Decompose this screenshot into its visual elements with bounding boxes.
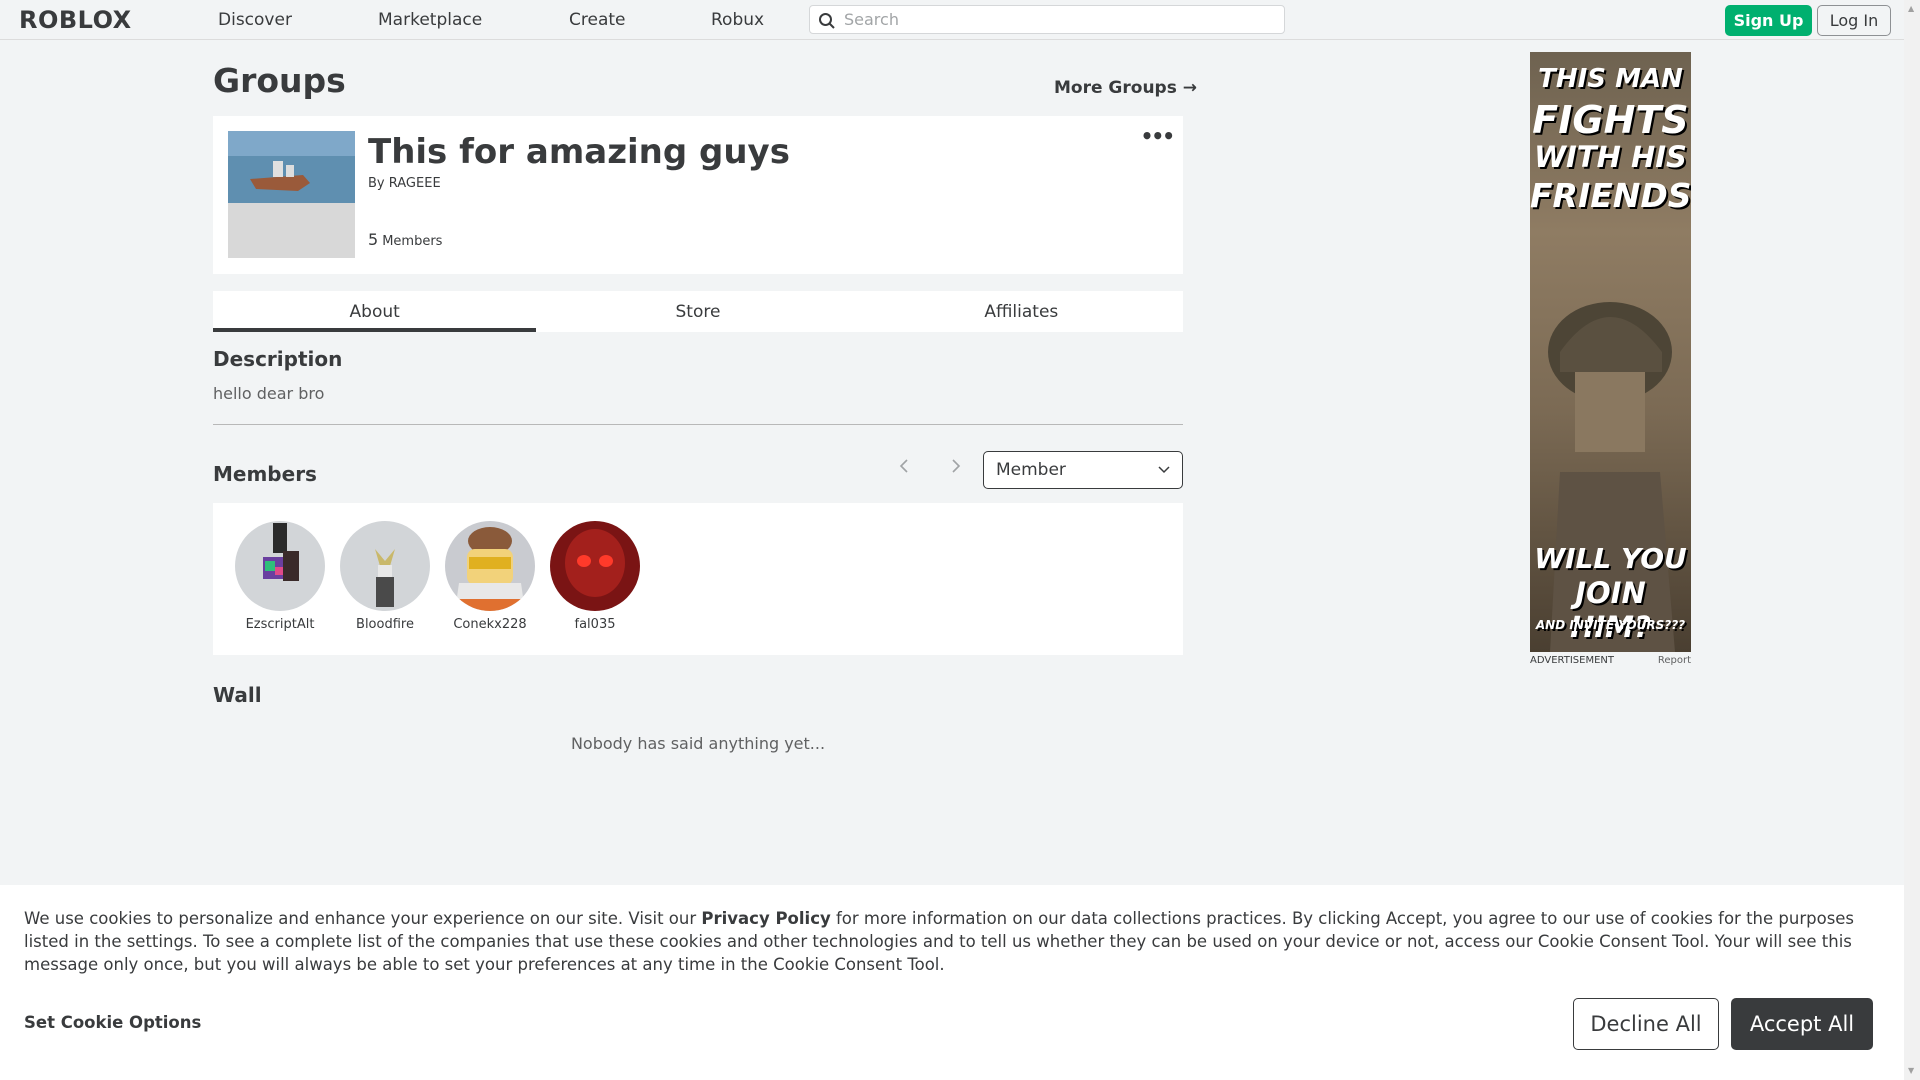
cookie-consent-text: We use cookies to personalize and enhanc… — [24, 907, 1884, 976]
tab-store[interactable]: Store — [536, 291, 859, 332]
top-navigation-bar: ROBLOX Discover Marketplace Create Robux… — [0, 0, 1904, 40]
description-heading: Description — [213, 347, 343, 371]
member-card[interactable]: fal035 — [540, 521, 650, 632]
nav-robux[interactable]: Robux — [711, 10, 764, 30]
tab-affiliates[interactable]: Affiliates — [860, 291, 1183, 332]
group-by-prefix: By — [368, 176, 385, 191]
group-emblem-image — [228, 131, 355, 258]
group-tabs: About Store Affiliates — [213, 291, 1183, 332]
group-owner-line: By RAGEEE — [368, 176, 441, 191]
member-avatar — [550, 521, 640, 611]
chevron-left-icon[interactable] — [899, 458, 909, 479]
scroll-up-icon[interactable]: ▲ — [1908, 4, 1914, 13]
member-name: fal035 — [574, 617, 616, 632]
scroll-down-icon[interactable]: ▼ — [1908, 1066, 1914, 1075]
member-avatar — [340, 521, 430, 611]
cookie-text-start: We use cookies to personalize and enhanc… — [24, 909, 702, 928]
page-title: Groups — [213, 61, 346, 100]
member-card[interactable]: Bloodfire — [330, 521, 440, 632]
set-cookie-options-link[interactable]: Set Cookie Options — [24, 1013, 201, 1032]
page-scrollbar[interactable]: ▲ ▼ — [1904, 0, 1920, 1080]
log-in-button[interactable]: Log In — [1817, 5, 1891, 36]
group-header-card: This for amazing guys By RAGEEE 5 Members… — [213, 116, 1183, 274]
member-count-value: 5 — [368, 230, 379, 249]
members-list: EzscriptAlt Bloodfire Conekx228 fal035 — [213, 503, 1183, 655]
ad-line: JOIN HIM? — [1570, 576, 1651, 644]
member-card[interactable]: EzscriptAlt — [225, 521, 335, 632]
member-card[interactable]: Conekx228 — [435, 521, 545, 632]
wall-heading: Wall — [213, 683, 262, 707]
ad-footer: ADVERTISEMENT Report — [1530, 655, 1691, 666]
group-owner-link[interactable]: RAGEEE — [389, 176, 441, 191]
chevron-down-icon — [1158, 466, 1170, 474]
ad-line: WITH HIS — [1534, 140, 1687, 174]
nav-create[interactable]: Create — [569, 10, 626, 30]
advertisement-label: ADVERTISEMENT — [1530, 655, 1615, 666]
member-name: Bloodfire — [356, 617, 414, 632]
member-avatar — [235, 521, 325, 611]
more-options-icon[interactable]: ••• — [1141, 124, 1175, 148]
group-name: This for amazing guys — [368, 132, 790, 172]
members-heading: Members — [213, 462, 317, 486]
member-name: Conekx228 — [453, 617, 527, 632]
advertisement-banner[interactable]: THIS MAN FIGHTS WITH HIS FRIENDS WILL YO… — [1530, 52, 1691, 652]
group-member-count: 5 Members — [368, 230, 442, 249]
ad-line: FIGHTS — [1532, 98, 1689, 142]
roblox-logo[interactable]: ROBLOX — [19, 6, 132, 34]
ad-line: THIS MAN — [1538, 64, 1683, 94]
search-icon[interactable] — [818, 12, 836, 30]
ad-line: FRIENDS — [1530, 176, 1691, 215]
ad-line: AND INVITE YOURS??? — [1535, 618, 1686, 632]
divider — [213, 424, 1183, 425]
nav-discover[interactable]: Discover — [218, 10, 292, 30]
member-name: EzscriptAlt — [245, 617, 315, 632]
role-select-dropdown[interactable]: Member — [983, 451, 1183, 489]
search-box — [809, 5, 1285, 34]
search-input[interactable] — [844, 9, 1274, 30]
role-select-value: Member — [996, 460, 1066, 480]
tab-about[interactable]: About — [213, 291, 537, 332]
chevron-right-icon[interactable] — [951, 458, 961, 479]
accept-all-button[interactable]: Accept All — [1731, 998, 1873, 1050]
wall-empty-message: Nobody has said anything yet... — [570, 734, 826, 753]
sign-up-button[interactable]: Sign Up — [1725, 5, 1812, 36]
member-avatar — [445, 521, 535, 611]
decline-all-button[interactable]: Decline All — [1573, 998, 1719, 1050]
member-count-label: Members — [382, 234, 443, 249]
nav-marketplace[interactable]: Marketplace — [378, 10, 482, 30]
more-groups-link[interactable]: More Groups → — [1054, 78, 1197, 98]
report-ad-link[interactable]: Report — [1658, 655, 1691, 666]
privacy-policy-link[interactable]: Privacy Policy — [701, 909, 830, 928]
cookie-consent-banner: We use cookies to personalize and enhanc… — [0, 885, 1904, 1080]
description-text: hello dear bro — [213, 384, 325, 403]
ad-line: WILL YOU — [1534, 542, 1687, 575]
